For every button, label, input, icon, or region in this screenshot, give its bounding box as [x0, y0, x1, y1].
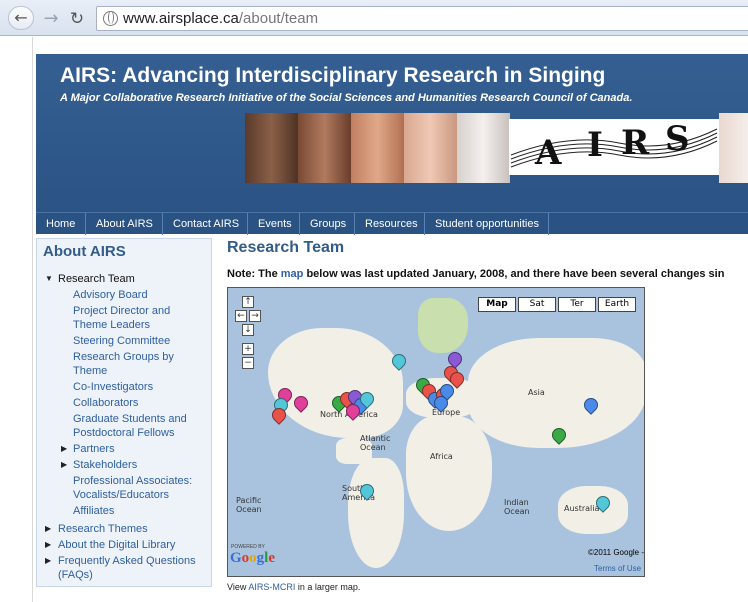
map-link[interactable]: map	[281, 268, 304, 280]
site-header: AIRS: Advancing Interdisciplinary Resear…	[36, 54, 748, 229]
pan-up-icon[interactable]: ↑	[242, 296, 254, 308]
label-europe: Europe	[432, 408, 461, 417]
url-text: www.airsplace.ca/about/team	[123, 10, 318, 27]
logo-letter-r: R	[621, 123, 650, 163]
sidebar-item-partners[interactable]: Partners	[73, 442, 203, 456]
note-prefix: Note: The	[227, 268, 281, 280]
nav-home[interactable]: Home	[36, 213, 86, 235]
site-subtitle: A Major Collaborative Research Initiativ…	[60, 92, 633, 104]
sidebar-item-advisory-board[interactable]: Advisory Board	[73, 288, 203, 302]
singer-photo-2	[298, 113, 351, 183]
pan-down-icon[interactable]: ↓	[242, 324, 254, 336]
sidebar-item-research-team[interactable]: Research Team	[58, 272, 135, 286]
sidebar-item-collaborators[interactable]: Collaborators	[73, 396, 203, 410]
singer-photo-6	[719, 113, 748, 183]
airs-logo: A I R S	[509, 119, 719, 175]
map-type-sat-button[interactable]: Sat	[518, 297, 556, 312]
zoom-in-icon[interactable]: +	[242, 343, 254, 355]
pan-left-icon[interactable]: ←	[235, 310, 247, 322]
nav-groups[interactable]: Groups	[300, 213, 355, 235]
nav-about-airs[interactable]: About AIRS	[86, 213, 163, 235]
sidebar-item-graduate-students[interactable]: Graduate Students and Postdoctoral Fello…	[73, 412, 203, 440]
sidebar-item-faqs[interactable]: Frequently Asked Questions (FAQs)	[58, 554, 208, 582]
collapsed-triangle-icon: ▶	[45, 524, 52, 533]
map-copyright: ©2011 Google -	[588, 548, 645, 557]
header-banner-image: A I R S	[245, 113, 748, 183]
land-south-america	[348, 458, 404, 568]
map-type-map-button[interactable]: Map	[478, 297, 516, 312]
view-larger-map-link[interactable]: AIRS-MCRI	[248, 582, 295, 592]
sidebar: About AIRS ▼ Research Team Advisory Boar…	[36, 238, 212, 587]
update-note: Note: The map below was last updated Jan…	[227, 268, 724, 280]
globe-icon	[103, 11, 118, 26]
sidebar-item-stakeholders[interactable]: Stakeholders	[73, 458, 203, 472]
land-north-america	[268, 328, 403, 438]
nav-student-opportunities[interactable]: Student opportunities	[425, 213, 549, 235]
label-australia: Australia	[564, 504, 600, 513]
label-africa: Africa	[430, 452, 453, 461]
nav-resources[interactable]: Resources	[355, 213, 425, 235]
collapsed-triangle-icon: ▶	[61, 444, 68, 453]
back-arrow-icon[interactable]: ←	[8, 6, 34, 30]
note-suffix: below was last updated January, 2008, an…	[303, 268, 725, 280]
label-pacific-ocean: Pacific Ocean	[236, 496, 262, 514]
page-title: Research Team	[227, 239, 345, 256]
google-map[interactable]: Map Sat Ter Earth ↑ ← → ↓ + − North Amer…	[227, 287, 645, 577]
sidebar-item-professional-associates[interactable]: Professional Associates: Vocalists/Educa…	[73, 474, 203, 502]
sidebar-item-project-director[interactable]: Project Director and Theme Leaders	[73, 304, 203, 332]
sidebar-item-affiliates[interactable]: Affiliates	[73, 504, 203, 518]
browser-toolbar: ← → ↻ www.airsplace.ca/about/team	[0, 0, 748, 36]
web-page: AIRS: Advancing Interdisciplinary Resear…	[0, 37, 748, 602]
singer-photo-5	[457, 113, 510, 183]
label-atlantic-ocean: Atlantic Ocean	[360, 434, 391, 452]
main-nav: Home About AIRS Contact AIRS Events Grou…	[36, 212, 748, 235]
sidebar-item-research-groups[interactable]: Research Groups by Theme	[73, 350, 203, 378]
land-greenland	[418, 298, 468, 353]
left-frame-strip	[0, 37, 33, 602]
sidebar-title: About AIRS	[43, 243, 126, 260]
reload-icon[interactable]: ↻	[66, 8, 88, 30]
view-prefix: View	[227, 582, 249, 592]
url-host: www.airsplace.ca	[123, 10, 239, 27]
logo-letter-a: A	[535, 133, 562, 173]
sidebar-item-digital-library[interactable]: About the Digital Library	[58, 538, 208, 552]
expanded-triangle-icon: ▼	[45, 274, 53, 283]
label-asia: Asia	[528, 388, 545, 397]
logo-letter-s: S	[665, 119, 690, 159]
view-suffix: in a larger map.	[295, 582, 361, 592]
collapsed-triangle-icon: ▶	[61, 460, 68, 469]
land-africa	[406, 416, 492, 531]
map-type-ter-button[interactable]: Ter	[558, 297, 596, 312]
address-bar[interactable]: www.airsplace.ca/about/team	[96, 6, 748, 31]
forward-arrow-icon[interactable]: →	[40, 8, 62, 30]
terms-of-use-link[interactable]: Terms of Use	[594, 564, 641, 573]
singer-photo-1	[245, 113, 298, 183]
singer-photo-4	[404, 113, 457, 183]
sidebar-item-co-investigators[interactable]: Co-Investigators	[73, 380, 203, 394]
site-title[interactable]: AIRS: Advancing Interdisciplinary Resear…	[60, 64, 605, 88]
view-larger-map-caption: View AIRS-MCRI in a larger map.	[227, 582, 360, 592]
map-type-earth-button[interactable]: Earth	[598, 297, 636, 312]
pan-right-icon[interactable]: →	[249, 310, 261, 322]
google-logo[interactable]: Google	[230, 550, 275, 567]
collapsed-triangle-icon: ▶	[45, 540, 52, 549]
sidebar-item-steering-committee[interactable]: Steering Committee	[73, 334, 203, 348]
nav-contact-airs[interactable]: Contact AIRS	[163, 213, 248, 235]
collapsed-triangle-icon: ▶	[45, 556, 52, 565]
nav-events[interactable]: Events	[248, 213, 300, 235]
url-path: /about/team	[238, 10, 319, 27]
logo-letter-i: I	[587, 125, 603, 165]
label-indian-ocean: Indian Ocean	[504, 498, 530, 516]
singer-photo-3	[351, 113, 404, 183]
zoom-out-icon[interactable]: −	[242, 357, 254, 369]
sidebar-item-research-themes[interactable]: Research Themes	[58, 522, 208, 536]
